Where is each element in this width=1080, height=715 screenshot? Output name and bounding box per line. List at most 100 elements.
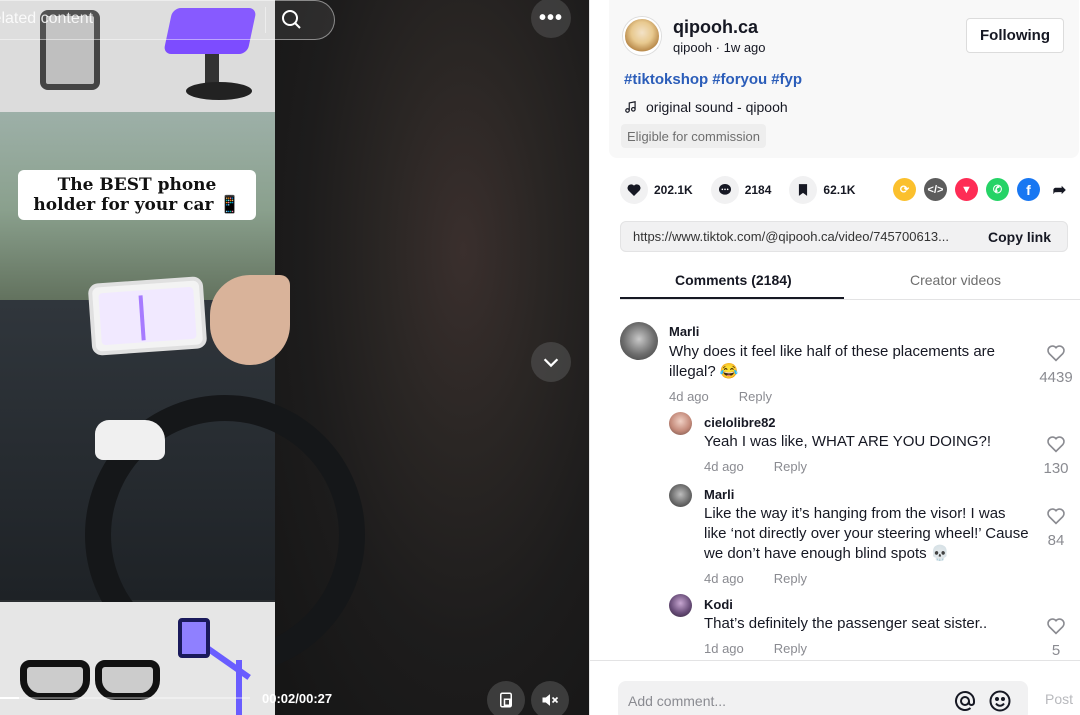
comment-list[interactable]: Marli Why does it feel like half of thes…	[590, 312, 1080, 660]
comment-bubble-icon	[718, 184, 731, 195]
following-button[interactable]: Following	[966, 18, 1064, 53]
reply-button[interactable]: Reply	[739, 389, 772, 404]
comment-count: 2184	[744, 183, 772, 197]
avatar[interactable]	[620, 322, 658, 360]
reply-button[interactable]: Reply	[774, 459, 807, 474]
avatar[interactable]	[669, 594, 692, 617]
comment-composer: Post	[590, 660, 1080, 715]
comment-time: 4d ago	[704, 571, 744, 586]
comment-meta: 4d ago Reply	[669, 389, 772, 404]
hashtag-link[interactable]: #fyp	[771, 71, 802, 88]
like-button[interactable]	[620, 176, 648, 204]
like-count: 202.1K	[654, 183, 693, 197]
author-name[interactable]: qipooh.ca	[673, 17, 758, 38]
comment-username[interactable]: Marli	[704, 487, 734, 502]
tab-comments[interactable]: Comments (2184)	[675, 272, 792, 288]
commission-badge: Eligible for commission	[621, 124, 766, 148]
stand-base-image	[186, 82, 252, 100]
comment-username[interactable]: Marli	[669, 324, 699, 339]
search-divider	[265, 7, 266, 33]
comment-time: 4d ago	[704, 459, 744, 474]
sound-link[interactable]: original sound - qipooh	[624, 99, 788, 115]
comment-like[interactable]: 4439	[1034, 344, 1078, 386]
miniplayer-button[interactable]	[487, 681, 525, 715]
reply-button[interactable]: Reply	[774, 571, 807, 586]
car-display-image	[95, 420, 165, 460]
comment-username[interactable]: cielolibre82	[704, 415, 776, 430]
hand-image	[210, 275, 290, 365]
save-action[interactable]: 62.1K	[789, 176, 855, 204]
more-icon: •••	[538, 6, 563, 29]
search-placeholder[interactable]: Related content	[0, 10, 93, 28]
hashtags: #tiktokshop #foryou #fyp	[624, 71, 806, 88]
heart-icon	[627, 184, 641, 196]
hashtag-link[interactable]: #foryou	[712, 71, 767, 88]
video-progress-bar[interactable]	[0, 697, 250, 699]
comment-text: Like the way it’s hanging from the visor…	[704, 505, 1029, 562]
comment-like[interactable]: 5	[1034, 617, 1078, 659]
save-button[interactable]	[789, 176, 818, 204]
chevron-down-icon	[543, 358, 559, 368]
copy-link-button[interactable]: Copy link	[988, 229, 1051, 245]
avatar[interactable]	[669, 484, 692, 507]
comment-meta: 4d ago Reply	[704, 459, 807, 474]
video-frame[interactable]: The BEST phone holder for your car 📱	[0, 0, 365, 715]
lamp-head-image	[178, 618, 210, 658]
save-count: 62.1K	[823, 183, 856, 197]
next-video-button[interactable]	[531, 342, 571, 382]
author-avatar[interactable]	[623, 17, 661, 55]
repost-icon[interactable]: ⟳	[893, 178, 916, 201]
comment-meta: 1d ago Reply	[704, 641, 807, 656]
comment-time: 1d ago	[704, 641, 744, 656]
author-subline: qipooh · 1w ago	[673, 40, 766, 55]
author-card: qipooh.ca qipooh · 1w ago Following #tik…	[609, 0, 1079, 158]
miniplayer-icon	[500, 692, 512, 708]
mention-icon[interactable]	[953, 689, 977, 713]
active-tab-indicator	[620, 297, 844, 299]
hashtag-link[interactable]: #tiktokshop	[624, 71, 708, 88]
video-caption-box: The BEST phone holder for your car 📱	[18, 170, 256, 220]
avatar[interactable]	[669, 412, 692, 435]
tab-creator-videos[interactable]: Creator videos	[910, 272, 1001, 288]
engagement-actions: 202.1K 2184 62.1K	[620, 175, 873, 205]
video-player[interactable]: The BEST phone holder for your car 📱 Rel…	[0, 0, 589, 715]
comment-username[interactable]: Kodi	[704, 597, 733, 612]
comment-like[interactable]: 84	[1034, 507, 1078, 549]
heart-outline-icon[interactable]	[1046, 344, 1066, 362]
facebook-icon[interactable]: f	[1017, 178, 1040, 201]
reply-button[interactable]: Reply	[774, 641, 807, 656]
mute-button[interactable]	[531, 681, 569, 715]
emoji-icon[interactable]	[988, 689, 1012, 713]
mounted-phone-image	[87, 276, 208, 356]
video-caption: The BEST phone holder for your car 📱	[33, 175, 241, 215]
like-action[interactable]: 202.1K	[620, 176, 693, 204]
sound-name[interactable]: original sound - qipooh	[646, 99, 788, 115]
heart-outline-icon[interactable]	[1046, 507, 1066, 525]
share-icons: ⟳ </> ▼ ✆ f ➦	[893, 178, 1071, 201]
heart-outline-icon[interactable]	[1046, 435, 1066, 453]
send-to-friends-icon[interactable]: ▼	[955, 178, 978, 201]
comment-time: 4d ago	[669, 389, 709, 404]
comment-action[interactable]: 2184	[710, 176, 772, 204]
comment-like-count: 5	[1051, 642, 1061, 659]
bookmark-icon	[799, 184, 808, 196]
music-note-icon	[625, 101, 636, 113]
post-button[interactable]: Post	[1045, 691, 1073, 707]
comment-like[interactable]: 130	[1034, 435, 1078, 477]
speaker-muted-icon	[542, 694, 559, 706]
video-link-box: https://www.tiktok.com/@qipooh.ca/video/…	[620, 221, 1068, 252]
glasses-lens-left-image	[20, 660, 90, 700]
comment-text: That’s definitely the passenger seat sis…	[704, 615, 988, 632]
heart-outline-icon[interactable]	[1046, 617, 1066, 635]
search-bar[interactable]: Related content	[0, 0, 335, 40]
details-panel: qipooh.ca qipooh · 1w ago Following #tik…	[589, 0, 1080, 715]
glasses-lens-right-image	[95, 660, 160, 700]
whatsapp-icon[interactable]: ✆	[986, 178, 1009, 201]
search-icon[interactable]	[279, 7, 303, 31]
share-arrow-icon[interactable]: ➦	[1048, 178, 1071, 201]
lamp-arm2-image	[236, 660, 242, 715]
embed-icon[interactable]: </>	[924, 178, 947, 201]
comment-like-count: 4439	[1039, 369, 1073, 386]
comment-tabs: Comments (2184) Creator videos	[620, 262, 1080, 300]
comment-button[interactable]	[710, 176, 739, 204]
